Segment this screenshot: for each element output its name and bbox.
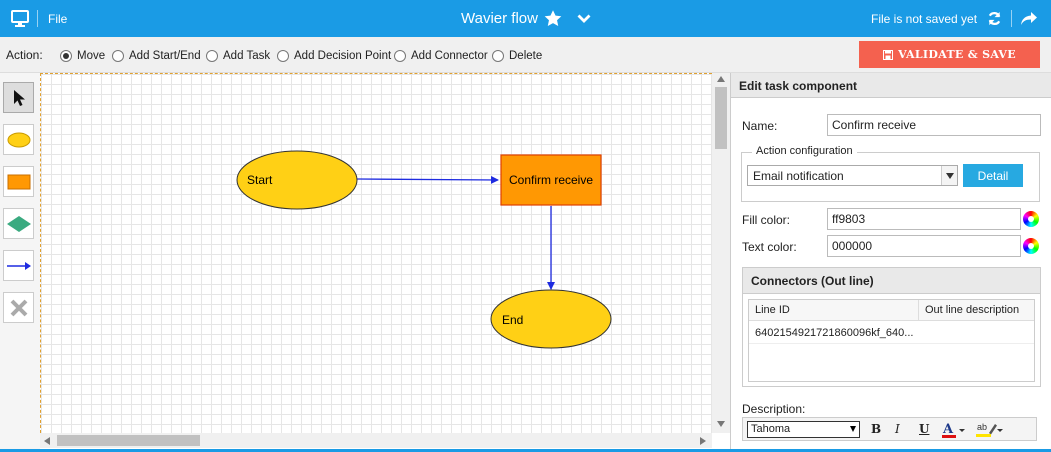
radio-add-task[interactable]: Add Task	[206, 49, 270, 63]
floppy-icon	[883, 49, 894, 60]
ellipse-icon	[7, 132, 30, 147]
connectors-section: Connectors (Out line) Line ID Out line d…	[742, 267, 1041, 387]
node-end-label: End	[502, 313, 523, 327]
detail-button[interactable]: Detail	[963, 164, 1023, 187]
radio-add-start-end[interactable]: Add Start/End	[112, 49, 201, 63]
node-task-label: Confirm receive	[509, 173, 593, 187]
connectors-title: Connectors (Out line)	[743, 268, 1040, 294]
action-label: Action:	[6, 48, 43, 62]
scroll-right-icon[interactable]	[700, 437, 706, 445]
radio-dot[interactable]	[277, 50, 289, 62]
underline-button[interactable]: U	[919, 422, 929, 436]
radio-add-decision-point[interactable]: Add Decision Point	[277, 49, 391, 63]
radio-label: Add Decision Point	[294, 50, 392, 62]
fill-color-input[interactable]: ff9803	[827, 208, 1021, 230]
connectors-table: Line ID Out line description 64021549217…	[748, 299, 1035, 382]
divider	[37, 10, 38, 27]
action-configuration-legend: Action configuration	[752, 145, 857, 157]
ellipse-tool[interactable]	[3, 124, 34, 155]
node-start-label: Start	[247, 173, 273, 187]
horizontal-scrollbar[interactable]	[40, 433, 712, 448]
validate-save-button[interactable]: VALIDATE & SAVE	[859, 41, 1040, 68]
radio-dot[interactable]	[206, 50, 218, 62]
font-select-value: Tahoma	[751, 423, 791, 435]
svg-text:A: A	[942, 422, 954, 437]
scroll-thumb[interactable]	[715, 87, 727, 149]
panel-title: Edit task component	[731, 73, 1051, 98]
radio-label: Add Task	[223, 50, 271, 62]
color-picker-icon[interactable]	[1023, 238, 1039, 254]
top-bar: File Wavier flow File is not saved yet	[0, 0, 1051, 37]
pointer-icon	[13, 89, 25, 106]
node-task[interactable]: Confirm receive	[500, 154, 602, 206]
svg-text:ab: ab	[977, 422, 987, 432]
divider	[1011, 10, 1012, 27]
save-status: File is not saved yet	[871, 12, 978, 26]
diagram-canvas[interactable]: Start Confirm receive End	[40, 73, 712, 433]
rich-text-toolbar: Tahoma B I U A ab	[742, 417, 1037, 441]
pointer-tool[interactable]	[3, 82, 34, 113]
star-icon[interactable]	[543, 9, 563, 28]
action-select-value: Email notification	[753, 169, 844, 183]
connector-start-to-task[interactable]	[356, 175, 499, 184]
table-row[interactable]: 640215492172186009​6kf_640...	[749, 322, 1034, 344]
action-select[interactable]: Email notification	[747, 165, 958, 186]
radio-add-connector[interactable]: Add Connector	[394, 49, 488, 63]
radio-label: Add Connector	[411, 50, 488, 62]
font-select[interactable]: Tahoma	[747, 421, 860, 438]
radio-label: Move	[77, 50, 106, 62]
radio-dot[interactable]	[492, 50, 504, 62]
italic-button[interactable]: I	[895, 422, 900, 436]
file-menu[interactable]: File	[48, 12, 67, 26]
rectangle-icon	[7, 174, 30, 189]
vertical-scrollbar[interactable]	[712, 73, 730, 433]
close-icon	[10, 299, 27, 316]
text-color-input[interactable]: 000000	[827, 235, 1021, 257]
scroll-down-icon[interactable]	[717, 421, 725, 427]
chevron-down-icon[interactable]	[941, 166, 957, 185]
node-end[interactable]: End	[490, 289, 612, 349]
refresh-icon[interactable]	[987, 11, 1002, 26]
scroll-left-icon[interactable]	[44, 437, 50, 445]
share-icon[interactable]	[1020, 11, 1038, 26]
name-input[interactable]: Confirm receive	[827, 114, 1041, 136]
rectangle-tool[interactable]	[3, 166, 34, 197]
scroll-thumb[interactable]	[57, 435, 200, 446]
arrow-right-icon	[6, 261, 31, 270]
column-header-line-id[interactable]: Line ID	[749, 300, 919, 321]
line-id-cell: 640215492172186009​6kf_640...	[755, 327, 914, 339]
color-picker-icon[interactable]	[1023, 211, 1039, 227]
delete-tool[interactable]	[3, 292, 34, 323]
bold-button[interactable]: B	[871, 422, 881, 436]
toolbox	[0, 73, 40, 452]
edit-panel: Edit task component Name: Confirm receiv…	[730, 73, 1051, 452]
text-color-label: Text color:	[742, 240, 797, 254]
radio-move[interactable]: Move	[60, 49, 105, 63]
flow-title: Wavier flow	[461, 10, 538, 27]
description-label: Description:	[742, 402, 806, 416]
column-header-out-line-description[interactable]: Out line description	[919, 300, 1034, 321]
name-label: Name:	[742, 119, 778, 133]
highlight-icon[interactable]: ab	[975, 420, 1005, 439]
diamond-tool[interactable]	[3, 208, 34, 239]
fill-color-label: Fill color:	[742, 213, 791, 227]
radio-dot[interactable]	[394, 50, 406, 62]
validate-save-label: VALIDATE & SAVE	[898, 48, 1016, 61]
radio-dot[interactable]	[112, 50, 124, 62]
monitor-icon[interactable]	[11, 10, 29, 27]
connector-tool[interactable]	[3, 250, 34, 281]
chevron-down-icon[interactable]	[577, 13, 591, 24]
diagram: Start Confirm receive End	[236, 150, 612, 349]
radio-label: Delete	[509, 50, 543, 62]
node-start[interactable]: Start	[236, 150, 358, 210]
radio-label: Add Start/End	[129, 50, 201, 62]
scroll-up-icon[interactable]	[717, 76, 725, 82]
radio-dot[interactable]	[60, 50, 72, 62]
chevron-down-icon	[850, 426, 856, 432]
text-color-icon[interactable]: A	[941, 421, 967, 439]
radio-delete[interactable]: Delete	[492, 49, 542, 63]
diamond-icon	[6, 215, 31, 232]
